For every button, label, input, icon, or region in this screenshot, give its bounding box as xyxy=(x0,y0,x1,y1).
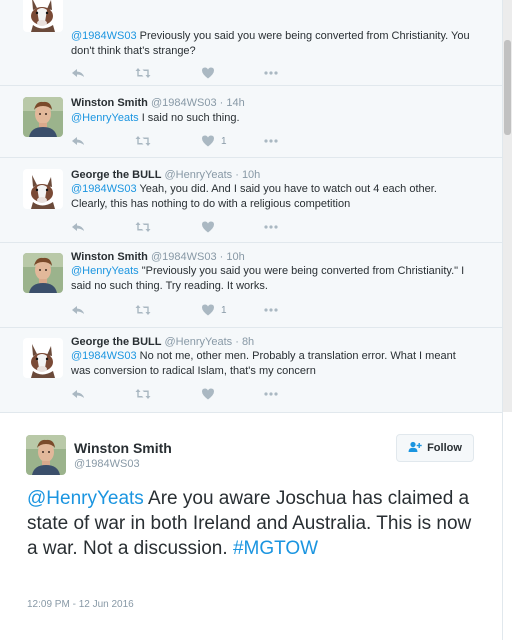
heart-icon xyxy=(201,66,215,80)
tweet-text: @1984WS03 Yeah, you did. And I said you … xyxy=(71,183,437,210)
reply-icon xyxy=(71,303,85,317)
like-count: 1 xyxy=(221,304,227,316)
tweet-text: @HenryYeats "Previously you said you wer… xyxy=(71,265,465,292)
avatar[interactable] xyxy=(23,338,63,378)
tweet-time[interactable]: · 10h xyxy=(220,251,245,263)
retweet-icon xyxy=(135,66,151,80)
follow-button[interactable]: Follow xyxy=(396,434,474,462)
list-item[interactable]: George the BULL @HenryYeats · 10h @1984W… xyxy=(0,158,503,243)
retweet-button[interactable] xyxy=(135,134,151,148)
tweet-time[interactable]: · 14h xyxy=(220,97,245,109)
author-handle[interactable]: @1984WS03 xyxy=(151,251,217,263)
mention-link[interactable]: @1984WS03 xyxy=(71,350,137,362)
mention-link[interactable]: @HenryYeats xyxy=(71,112,139,124)
retweet-icon xyxy=(135,387,151,401)
more-icon xyxy=(263,220,279,234)
add-user-icon xyxy=(408,441,427,456)
reply-button[interactable] xyxy=(71,303,85,317)
hashtag-link[interactable]: #MGTOW xyxy=(233,538,318,559)
tweet-actions xyxy=(71,220,311,234)
avatar[interactable] xyxy=(26,435,66,475)
tweet-text: @1984WS03 Previously you said you were b… xyxy=(71,30,470,57)
author-name[interactable]: George the BULL xyxy=(71,336,161,348)
author-name[interactable]: George the BULL xyxy=(71,169,161,181)
tweet-header: Winston Smith @1984WS03 · 14h xyxy=(71,97,245,109)
mention-link[interactable]: @HenryYeats xyxy=(27,488,144,509)
scrollbar-thumb[interactable] xyxy=(504,40,511,135)
reply-button[interactable] xyxy=(71,134,85,148)
avatar[interactable] xyxy=(23,97,63,137)
tweet-actions xyxy=(71,387,311,401)
more-icon xyxy=(263,303,279,317)
more-icon xyxy=(263,387,279,401)
more-button[interactable] xyxy=(263,303,279,317)
mention-link[interactable]: @1984WS03 xyxy=(71,30,137,42)
more-button[interactable] xyxy=(263,134,279,148)
author-name[interactable]: Winston Smith xyxy=(71,251,148,263)
follow-label: Follow xyxy=(427,442,462,454)
reply-button[interactable] xyxy=(71,66,85,80)
tweet-header: George the BULL @HenryYeats · 10h xyxy=(71,169,260,181)
mention-link[interactable]: @1984WS03 xyxy=(71,183,137,195)
retweet-icon xyxy=(135,134,151,148)
tweet-text: @HenryYeats Are you aware Joschua has cl… xyxy=(27,488,472,559)
mention-link[interactable]: @HenryYeats xyxy=(71,265,139,277)
scrollbar[interactable] xyxy=(503,0,512,412)
avatar[interactable] xyxy=(23,169,63,209)
reply-button[interactable] xyxy=(71,387,85,401)
main-tweet: Winston Smith @1984WS03 Follow @HenryYea… xyxy=(0,412,503,640)
like-button[interactable]: 1 xyxy=(201,134,227,148)
reply-thread: @1984WS03 Previously you said you were b… xyxy=(0,0,503,412)
tweet-actions: 1 xyxy=(71,134,311,148)
heart-icon xyxy=(201,134,215,148)
avatar[interactable] xyxy=(23,253,63,293)
retweet-button[interactable] xyxy=(135,387,151,401)
tweet-text: @HenryYeats I said no such thing. xyxy=(71,112,240,124)
like-button[interactable]: 1 xyxy=(201,303,227,317)
author-handle[interactable]: @HenryYeats xyxy=(165,169,233,181)
tweet-actions: 1 xyxy=(71,303,311,317)
reply-icon xyxy=(71,387,85,401)
more-icon xyxy=(263,134,279,148)
retweet-icon xyxy=(135,220,151,234)
like-button[interactable] xyxy=(201,66,221,80)
tweet-time[interactable]: · 8h xyxy=(235,336,254,348)
like-button[interactable] xyxy=(201,387,221,401)
heart-icon xyxy=(201,387,215,401)
heart-icon xyxy=(201,220,215,234)
more-button[interactable] xyxy=(263,387,279,401)
reply-icon xyxy=(71,220,85,234)
retweet-icon xyxy=(135,303,151,317)
tweet-actions xyxy=(71,66,311,80)
avatar[interactable] xyxy=(23,0,63,32)
tweet-header: Winston Smith @1984WS03 · 10h xyxy=(71,251,245,263)
reply-button[interactable] xyxy=(71,220,85,234)
more-button[interactable] xyxy=(263,220,279,234)
retweet-button[interactable] xyxy=(135,220,151,234)
author-name[interactable]: Winston Smith xyxy=(74,440,172,456)
reply-icon xyxy=(71,134,85,148)
tweet-timestamp[interactable]: 12:09 PM - 12 Jun 2016 xyxy=(27,599,134,610)
list-item[interactable]: Winston Smith @1984WS03 · 10h @HenryYeat… xyxy=(0,243,503,328)
like-count: 1 xyxy=(221,135,227,147)
list-item[interactable]: @1984WS03 Previously you said you were b… xyxy=(0,0,503,86)
heart-icon xyxy=(201,303,215,317)
tweet-text: @1984WS03 No not me, other men. Probably… xyxy=(71,350,456,377)
author-name[interactable]: Winston Smith xyxy=(71,97,148,109)
author-handle[interactable]: @1984WS03 xyxy=(74,458,140,470)
tweet-time[interactable]: · 10h xyxy=(235,169,260,181)
retweet-button[interactable] xyxy=(135,303,151,317)
reply-icon xyxy=(71,66,85,80)
author-handle[interactable]: @1984WS03 xyxy=(151,97,217,109)
tweet-header: George the BULL @HenryYeats · 8h xyxy=(71,336,254,348)
list-item[interactable]: Winston Smith @1984WS03 · 14h @HenryYeat… xyxy=(0,86,503,158)
like-button[interactable] xyxy=(201,220,221,234)
list-item[interactable]: George the BULL @HenryYeats · 8h @1984WS… xyxy=(0,328,503,412)
retweet-button[interactable] xyxy=(135,66,151,80)
more-button[interactable] xyxy=(263,66,279,80)
author-handle[interactable]: @HenryYeats xyxy=(165,336,233,348)
more-icon xyxy=(263,66,279,80)
